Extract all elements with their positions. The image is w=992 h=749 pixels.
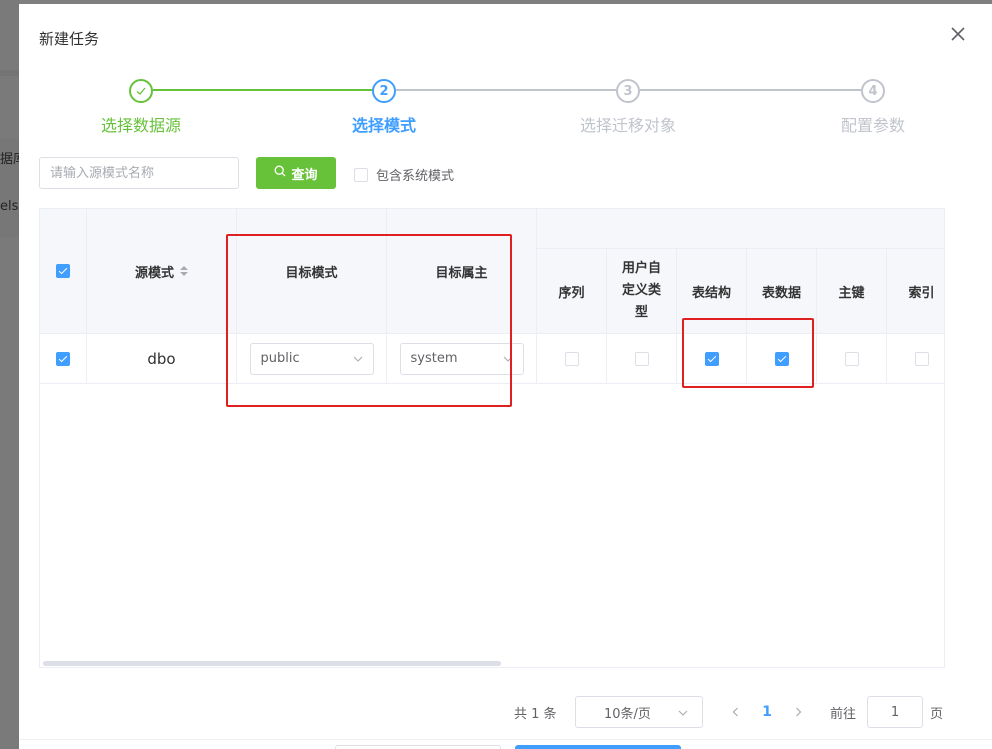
page-number-current[interactable]: 1: [755, 696, 779, 728]
header-user-defined-type: 用户自定义类型: [607, 249, 677, 334]
page-size-select[interactable]: 10条/页: [575, 696, 703, 728]
query-button[interactable]: 查询: [256, 157, 336, 189]
source-schema-cell: dbo: [87, 334, 237, 384]
checkbox[interactable]: [354, 167, 368, 182]
footer-next-button[interactable]: [515, 745, 681, 749]
target-schema-select[interactable]: public: [249, 342, 374, 375]
step-connector: [153, 89, 374, 91]
next-page-icon[interactable]: [786, 696, 810, 728]
goto-page-input[interactable]: [867, 696, 923, 728]
step-1-check-icon: [129, 79, 153, 103]
select-all-checkbox[interactable]: [56, 264, 70, 278]
search-icon: [274, 165, 286, 181]
horizontal-scrollbar[interactable]: [43, 661, 501, 666]
table-structure-checkbox[interactable]: [704, 351, 719, 366]
header-source-schema-label: 源模式: [134, 265, 174, 281]
prev-page-icon[interactable]: [723, 696, 747, 728]
header-primary-key: 主键: [817, 249, 887, 334]
page-suffix: 页: [930, 706, 944, 722]
sequence-cell[interactable]: [537, 334, 607, 384]
target-owner-cell: system: [387, 334, 537, 384]
user-type-cell[interactable]: [607, 334, 677, 384]
dialog-footer: [19, 739, 992, 749]
header-table-data: 表数据: [747, 249, 817, 334]
target-owner-value: system: [410, 351, 458, 366]
dialog-title: 新建任务: [39, 30, 100, 48]
row-checkbox[interactable]: [56, 351, 70, 366]
header-target-schema: 目标模式: [237, 209, 387, 334]
step-2-circle: 2: [372, 79, 396, 103]
table-data-cell[interactable]: [747, 334, 817, 384]
query-button-label: 查询: [291, 167, 318, 183]
header-table-structure: 表结构: [677, 249, 747, 334]
sort-icon[interactable]: [180, 266, 188, 276]
step-4-title: 配置参数: [840, 116, 905, 135]
chevron-down-icon: [353, 351, 363, 366]
new-task-dialog: 新建任务 2 3 4 选择数据源 选择模式 选择迁移对象 配置参数 查询 包含系…: [19, 4, 992, 749]
step-connector: [639, 89, 861, 91]
header-sequence: 序列: [537, 249, 607, 334]
include-system-schema-checkbox[interactable]: 包含系统模式: [354, 165, 454, 184]
chevron-down-icon: [678, 705, 688, 720]
background-stripe: [0, 70, 20, 76]
background-page: 据库 else: [0, 0, 20, 749]
user-type-checkbox[interactable]: [634, 351, 649, 366]
chevron-down-icon: [503, 351, 513, 366]
table-structure-cell[interactable]: [677, 334, 747, 384]
schema-table: 源模式 目标模式 目标属主 序列 用户自定义类型 表结构 表数据 主键 索引 d…: [39, 208, 945, 668]
header-group: [537, 209, 944, 249]
include-system-schema-label: 包含系统模式: [376, 169, 455, 184]
table-data-checkbox[interactable]: [774, 351, 789, 366]
step-3-circle: 3: [616, 79, 640, 103]
target-schema-cell: public: [237, 334, 387, 384]
source-schema-search-input[interactable]: [39, 157, 239, 189]
header-target-owner: 目标属主: [387, 209, 537, 334]
target-schema-value: public: [260, 351, 300, 366]
step-1-title: 选择数据源: [100, 116, 181, 135]
row-select-cell[interactable]: [40, 334, 87, 384]
page-size-value: 10条/页: [604, 706, 651, 722]
step-3-title: 选择迁移对象: [579, 116, 676, 135]
footer-cancel-button[interactable]: [335, 745, 501, 749]
header-select-all[interactable]: [40, 209, 87, 334]
target-owner-select[interactable]: system: [399, 342, 524, 375]
step-2-title: 选择模式: [351, 116, 416, 135]
index-checkbox[interactable]: [914, 351, 929, 366]
primary-key-cell[interactable]: [817, 334, 887, 384]
background-text: 据库: [0, 152, 20, 167]
background-text: else: [0, 199, 20, 214]
primary-key-checkbox[interactable]: [844, 351, 859, 366]
step-4-circle: 4: [861, 79, 885, 103]
sequence-checkbox[interactable]: [564, 351, 579, 366]
index-cell[interactable]: [887, 334, 944, 384]
pagination-total: 共 1 条: [514, 706, 557, 722]
header-index: 索引: [887, 249, 944, 334]
close-icon[interactable]: [948, 24, 968, 44]
step-connector: [396, 89, 617, 91]
goto-label: 前往: [830, 706, 857, 722]
header-source-schema[interactable]: 源模式: [87, 209, 237, 334]
